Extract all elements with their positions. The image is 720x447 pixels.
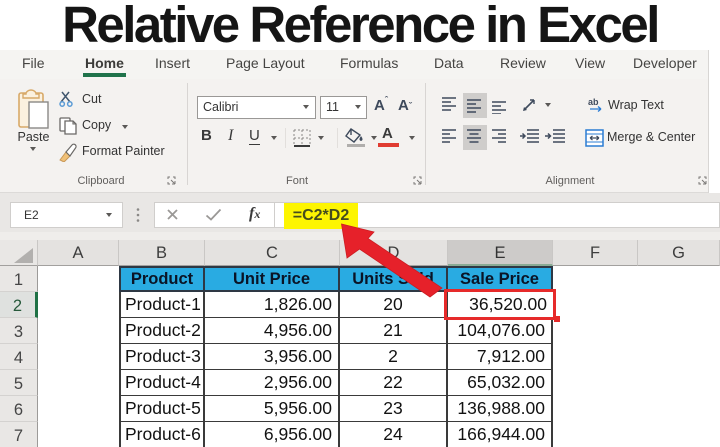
svg-text:ab: ab <box>588 97 599 107</box>
